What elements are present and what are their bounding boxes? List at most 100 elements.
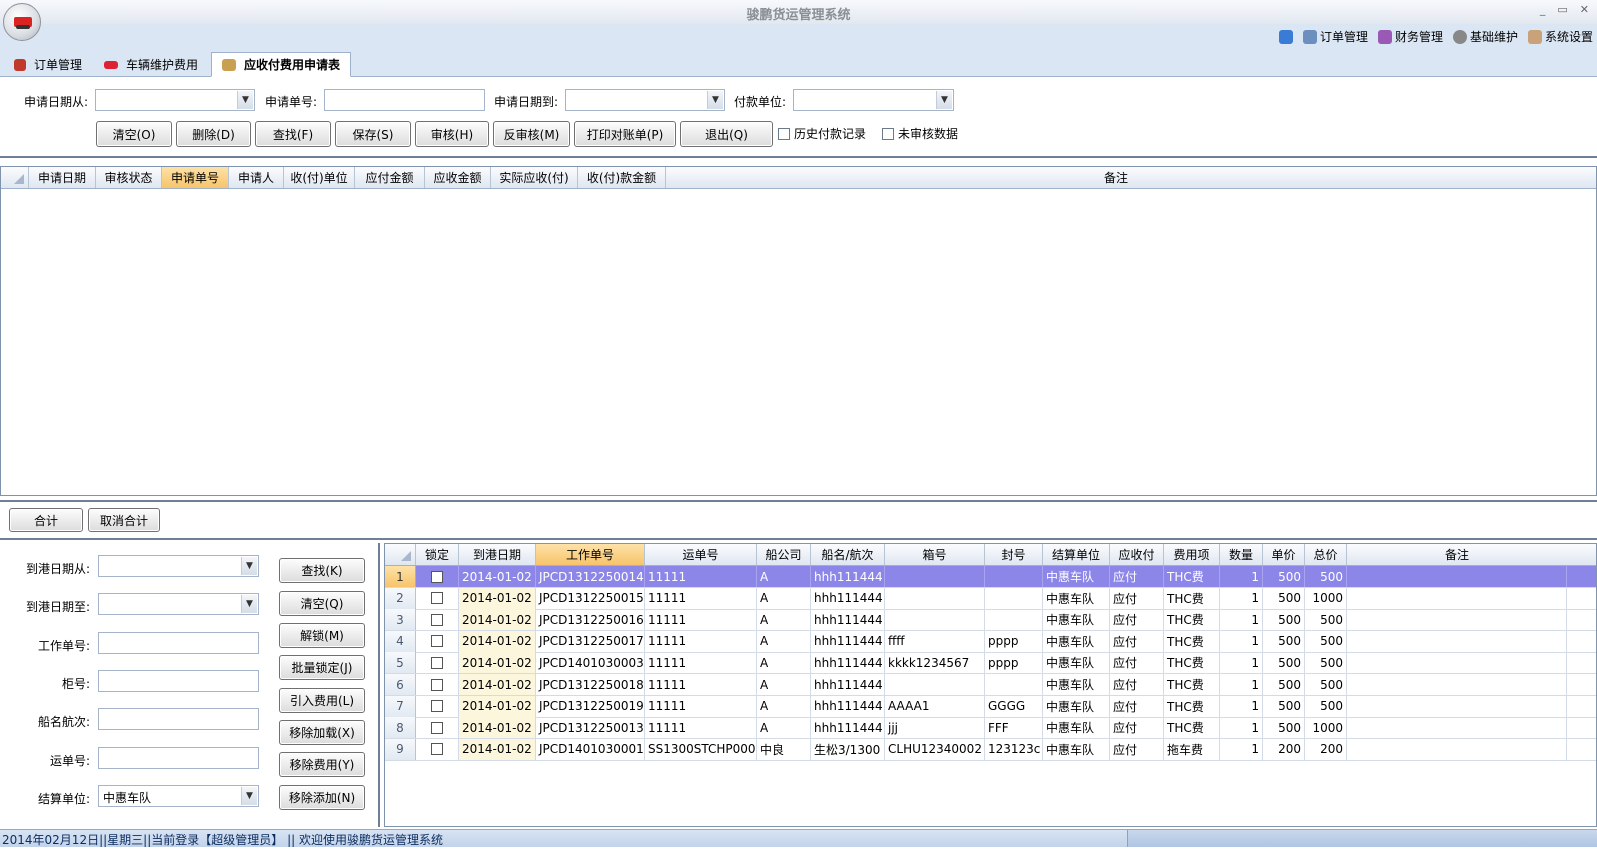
remark-cell[interactable] bbox=[1347, 609, 1567, 631]
unit-price-cell[interactable]: 500 bbox=[1263, 652, 1305, 674]
delete-button[interactable]: 删除(D) bbox=[176, 121, 251, 147]
settle-unit-cell[interactable]: 中惠车队 bbox=[1043, 738, 1110, 760]
chevron-down-icon[interactable]: ▼ bbox=[936, 91, 952, 109]
table-row[interactable]: 3 2014-01-02 JPCD1312250016 11111 Ahhh111444… bbox=[385, 609, 1596, 632]
unreview-button[interactable]: 反审核(M) bbox=[493, 121, 570, 147]
total-cell[interactable]: 1000 bbox=[1305, 587, 1347, 609]
total-cell[interactable]: 500 bbox=[1305, 652, 1347, 674]
recv-pay-cell[interactable]: 应付 bbox=[1110, 630, 1164, 652]
vessel-cell[interactable]: hhh111444 bbox=[811, 609, 885, 631]
arrive-date-cell[interactable]: 2014-01-02 bbox=[459, 695, 536, 717]
unit-price-cell[interactable]: 500 bbox=[1263, 695, 1305, 717]
arrive-date-cell[interactable]: 2014-01-02 bbox=[459, 738, 536, 760]
waybill-cell[interactable]: 11111 bbox=[645, 587, 757, 609]
arrive-date-cell[interactable]: 2014-01-02 bbox=[459, 717, 536, 739]
remark-cell[interactable] bbox=[1347, 566, 1567, 587]
col-header[interactable]: 数量 bbox=[1220, 544, 1263, 565]
waybill-cell[interactable]: 11111 bbox=[645, 695, 757, 717]
vessel-cell[interactable]: hhh111444 bbox=[811, 630, 885, 652]
total-cell[interactable]: 500 bbox=[1305, 695, 1347, 717]
waybill-cell[interactable]: 11111 bbox=[645, 717, 757, 739]
job-no-input[interactable] bbox=[98, 632, 259, 654]
checkbox-box[interactable] bbox=[431, 570, 443, 583]
app-menu-button[interactable] bbox=[3, 3, 41, 41]
save-button[interactable]: 保存(S) bbox=[335, 121, 411, 147]
shipping-co-cell[interactable]: A bbox=[757, 566, 811, 587]
shipping-co-cell[interactable]: A bbox=[757, 609, 811, 631]
col-header[interactable]: 应收付 bbox=[1110, 544, 1164, 565]
recv-pay-cell[interactable]: 应付 bbox=[1110, 738, 1164, 760]
col-header[interactable]: 船名/航次 bbox=[811, 544, 885, 565]
container-input[interactable] bbox=[98, 670, 259, 692]
total-cell[interactable]: 500 bbox=[1305, 630, 1347, 652]
checkbox-box[interactable] bbox=[882, 127, 894, 140]
col-header[interactable]: 审核状态 bbox=[96, 167, 162, 188]
row-header[interactable]: 8 bbox=[385, 717, 416, 739]
sum-button[interactable]: 合计 bbox=[9, 508, 83, 532]
col-header[interactable]: 运单号 bbox=[645, 544, 757, 565]
row-header[interactable]: 5 bbox=[385, 652, 416, 674]
seal-cell[interactable]: pppp bbox=[985, 652, 1043, 674]
waybill-cell[interactable]: 11111 bbox=[645, 609, 757, 631]
lock-checkbox[interactable] bbox=[416, 674, 459, 695]
batch-lock-button[interactable]: 批量锁定(J) bbox=[279, 655, 365, 680]
vessel-cell[interactable]: hhh111444 bbox=[811, 674, 885, 695]
settle-unit-cell[interactable]: 中惠车队 bbox=[1043, 695, 1110, 717]
waybill-cell[interactable]: 11111 bbox=[645, 674, 757, 695]
arrive-date-cell[interactable]: 2014-01-02 bbox=[459, 609, 536, 631]
tab-order-management[interactable]: 订单管理 bbox=[4, 52, 92, 77]
total-cell[interactable]: 1000 bbox=[1305, 717, 1347, 739]
qty-cell[interactable]: 1 bbox=[1220, 587, 1263, 609]
fee-item-cell[interactable]: THC费 bbox=[1164, 652, 1220, 674]
remark-cell[interactable] bbox=[1347, 630, 1567, 652]
checkbox-box[interactable] bbox=[431, 635, 443, 648]
qty-cell[interactable]: 1 bbox=[1220, 738, 1263, 760]
qty-cell[interactable]: 1 bbox=[1220, 630, 1263, 652]
col-header[interactable]: 申请单号 bbox=[162, 167, 229, 188]
fee-item-cell[interactable]: THC费 bbox=[1164, 717, 1220, 739]
col-header[interactable]: 箱号 bbox=[885, 544, 985, 565]
fee-item-cell[interactable]: THC费 bbox=[1164, 566, 1220, 587]
container-cell[interactable]: CLHU12340002 bbox=[885, 738, 985, 760]
container-cell[interactable]: kkkk1234567 bbox=[885, 652, 985, 674]
container-cell[interactable] bbox=[885, 609, 985, 631]
fee-item-cell[interactable]: THC费 bbox=[1164, 674, 1220, 695]
fee-item-cell[interactable]: THC费 bbox=[1164, 609, 1220, 631]
shipping-co-cell[interactable]: A bbox=[757, 717, 811, 739]
vessel-cell[interactable]: hhh111444 bbox=[811, 695, 885, 717]
app-no-input[interactable] bbox=[324, 89, 485, 111]
seal-cell[interactable] bbox=[985, 587, 1043, 609]
unit-price-cell[interactable]: 200 bbox=[1263, 738, 1305, 760]
lock-checkbox[interactable] bbox=[416, 738, 459, 760]
col-header[interactable]: 收(付)单位 bbox=[284, 167, 355, 188]
job-no-cell[interactable]: JPCD1401030003 bbox=[536, 652, 645, 674]
lock-checkbox[interactable] bbox=[416, 717, 459, 739]
container-cell[interactable] bbox=[885, 566, 985, 587]
recv-pay-cell[interactable]: 应付 bbox=[1110, 587, 1164, 609]
history-checkbox[interactable]: 历史付款记录 bbox=[778, 125, 866, 142]
row-header[interactable]: 2 bbox=[385, 587, 416, 609]
menu-basic-maintenance[interactable]: 基础维护 bbox=[1452, 28, 1518, 45]
row-header[interactable]: 7 bbox=[385, 695, 416, 717]
arrive-date-cell[interactable]: 2014-01-02 bbox=[459, 652, 536, 674]
col-header[interactable]: 备注 bbox=[666, 167, 1566, 188]
lock-checkbox[interactable] bbox=[416, 587, 459, 609]
table-row[interactable]: 8 2014-01-02 JPCD1312250013 11111 Ahhh111444… bbox=[385, 717, 1596, 740]
container-cell[interactable]: AAAA1 bbox=[885, 695, 985, 717]
arrive-date-cell[interactable]: 2014-01-02 bbox=[459, 630, 536, 652]
unit-price-cell[interactable]: 500 bbox=[1263, 566, 1305, 587]
remark-cell[interactable] bbox=[1347, 717, 1567, 739]
lock-checkbox[interactable] bbox=[416, 695, 459, 717]
unit-price-cell[interactable]: 500 bbox=[1263, 609, 1305, 631]
menu-order-management[interactable]: 订单管理 bbox=[1302, 28, 1368, 45]
unit-price-cell[interactable]: 500 bbox=[1263, 717, 1305, 739]
shipping-co-cell[interactable]: A bbox=[757, 695, 811, 717]
container-cell[interactable]: ffff bbox=[885, 630, 985, 652]
close-button[interactable]: ✕ bbox=[1580, 3, 1589, 16]
arrive-date-cell[interactable]: 2014-01-02 bbox=[459, 674, 536, 695]
qty-cell[interactable]: 1 bbox=[1220, 695, 1263, 717]
arrive-date-cell[interactable]: 2014-01-02 bbox=[459, 566, 536, 587]
clear-button[interactable]: 清空(O) bbox=[96, 121, 172, 147]
settle-unit-cell[interactable]: 中惠车队 bbox=[1043, 674, 1110, 695]
checkbox-box[interactable] bbox=[431, 678, 443, 691]
